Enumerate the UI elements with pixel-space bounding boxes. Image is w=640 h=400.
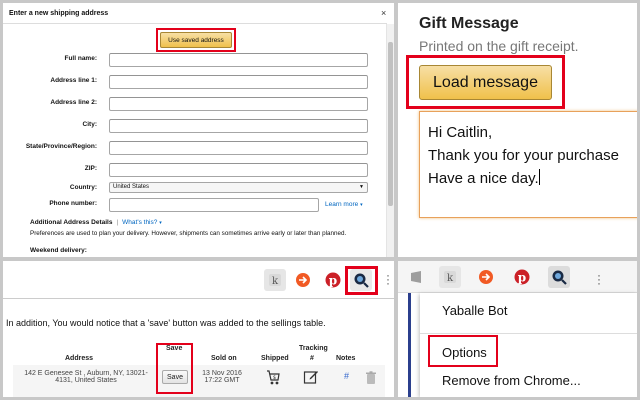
menu-item-remove[interactable]: Remove from Chrome... [442, 373, 581, 388]
city-label: City: [82, 121, 97, 128]
extension-icon-arrow[interactable] [292, 269, 314, 291]
menu-separator [420, 333, 637, 334]
context-menu: Yaballe Bot Options Remove from Chrome..… [420, 293, 637, 397]
city-input[interactable] [109, 119, 368, 133]
full-name-label: Full name: [64, 55, 97, 62]
shipped-icon[interactable]: $ [265, 369, 281, 389]
sellings-table-panel: k p · · · In addition, You would notice th… [3, 261, 394, 397]
state-input[interactable] [109, 141, 368, 155]
gift-message-textarea[interactable]: Hi Caitlin, Thank you for your purchase … [419, 111, 637, 218]
phone-label: Phone number: [49, 200, 97, 207]
weekend-delivery-label: Weekend delivery: [30, 247, 87, 254]
message-line: Hi Caitlin, [428, 124, 493, 141]
edit-tracking-icon[interactable] [303, 369, 319, 387]
zip-input[interactable] [109, 163, 368, 177]
dialog-title: Enter a new shipping address [9, 10, 109, 17]
state-label: State/Province/Region: [25, 143, 97, 150]
browser-toolbar: k p · · · [398, 261, 637, 293]
chevron-down-icon: ▾ [159, 220, 162, 226]
additional-details-row: Additional Address Details | What's this? … [30, 219, 162, 226]
title-divider [3, 23, 387, 24]
address-line1-label: Address line 1: [50, 77, 97, 84]
gift-message-subtitle: Printed on the gift receipt. [419, 38, 579, 54]
notes-header: Notes [336, 355, 356, 362]
address-cell: 142 E Genesee St , Auburn, NY, 13021- 41… [13, 370, 159, 384]
extension-icon-k[interactable]: k [264, 269, 286, 291]
address-header: Address [65, 355, 94, 362]
learn-more-link[interactable]: Learn more ▾ [325, 201, 363, 208]
context-menu-panel: k p · · · Yaballe Bot Options Remove from … [398, 261, 637, 397]
save-header: Save [166, 345, 183, 352]
phone-input[interactable] [109, 198, 319, 212]
learn-more-text: Learn more [325, 201, 359, 208]
notes-link[interactable]: # [344, 371, 349, 381]
yaballe-search-icon[interactable] [350, 269, 372, 291]
kebab-menu-icon[interactable]: · · · [386, 269, 390, 289]
gift-message-title: Gift Message [419, 15, 519, 32]
pinterest-icon[interactable]: p [322, 269, 344, 291]
save-button[interactable]: Save [162, 370, 188, 384]
sold-on-header: Sold on [211, 355, 237, 362]
sold-on-cell: 13 Nov 2016 17:22 GMT [197, 370, 247, 384]
pinterest-icon[interactable]: p [511, 266, 533, 288]
separator: | [116, 219, 119, 226]
address-line2-input[interactable] [109, 97, 368, 111]
address-line1-input[interactable] [109, 75, 368, 89]
gift-message-panel: Gift Message Printed on the gift receipt… [398, 3, 637, 257]
shipped-header: Shipped [261, 355, 289, 362]
address-line2-label: Address line 2: [50, 99, 97, 106]
page-edge [408, 293, 411, 397]
message-line: Have a nice day. [428, 170, 539, 187]
use-saved-address-button[interactable]: Use saved address [160, 32, 232, 48]
intro-text: In addition, You would notice that a 'sa… [6, 318, 326, 328]
address-line: 142 E Genesee St , Auburn, NY, 13021- [24, 370, 148, 377]
preferences-text: Preferences are used to plan your delive… [30, 230, 347, 237]
scrollbar-thumb[interactable] [388, 42, 393, 206]
chevron-down-icon: ▾ [360, 202, 363, 208]
chevron-down-icon: ▼ [359, 184, 364, 190]
scrollbar[interactable] [386, 24, 394, 257]
svg-text:p: p [329, 274, 337, 288]
menu-item-yaballe-bot[interactable]: Yaballe Bot [442, 303, 508, 318]
zip-label: ZIP: [84, 165, 97, 172]
kebab-menu-icon[interactable]: · · · [597, 269, 601, 289]
tracking-header: Tracking [299, 345, 328, 352]
trash-icon[interactable] [365, 371, 377, 387]
close-icon[interactable]: × [381, 8, 386, 18]
extension-icon-k[interactable]: k [439, 266, 461, 288]
yaballe-search-icon[interactable] [548, 266, 570, 288]
message-line: Thank you for your purchase [428, 147, 619, 164]
country-value: United States [113, 184, 150, 190]
extension-icon-gray[interactable] [405, 266, 427, 288]
tracking-header-hash: # [310, 355, 314, 362]
extension-icon-arrow[interactable] [475, 266, 497, 288]
additional-details-title: Additional Address Details [30, 219, 113, 226]
svg-text:k: k [272, 276, 279, 287]
sold-date: 13 Nov 2016 [202, 370, 242, 377]
svg-text:$: $ [273, 375, 276, 381]
sold-time: 17:22 GMT [204, 377, 240, 384]
load-message-button[interactable]: Load message [419, 65, 552, 100]
country-label: Country: [69, 184, 97, 191]
whats-this-text: What's this? [122, 219, 158, 226]
address-line: 4131, United States [55, 377, 117, 384]
country-select[interactable]: United States ▼ [109, 182, 368, 193]
extension-toolbar: k p [259, 266, 394, 296]
svg-text:k: k [447, 273, 454, 284]
full-name-input[interactable] [109, 53, 368, 67]
whats-this-link[interactable]: What's this? ▾ [122, 219, 162, 226]
menu-item-options[interactable]: Options [442, 345, 487, 360]
shipping-address-panel: Enter a new shipping address × Use saved… [3, 3, 394, 257]
svg-text:p: p [518, 271, 526, 285]
toolbar-divider [3, 298, 394, 299]
text-cursor [538, 169, 540, 185]
